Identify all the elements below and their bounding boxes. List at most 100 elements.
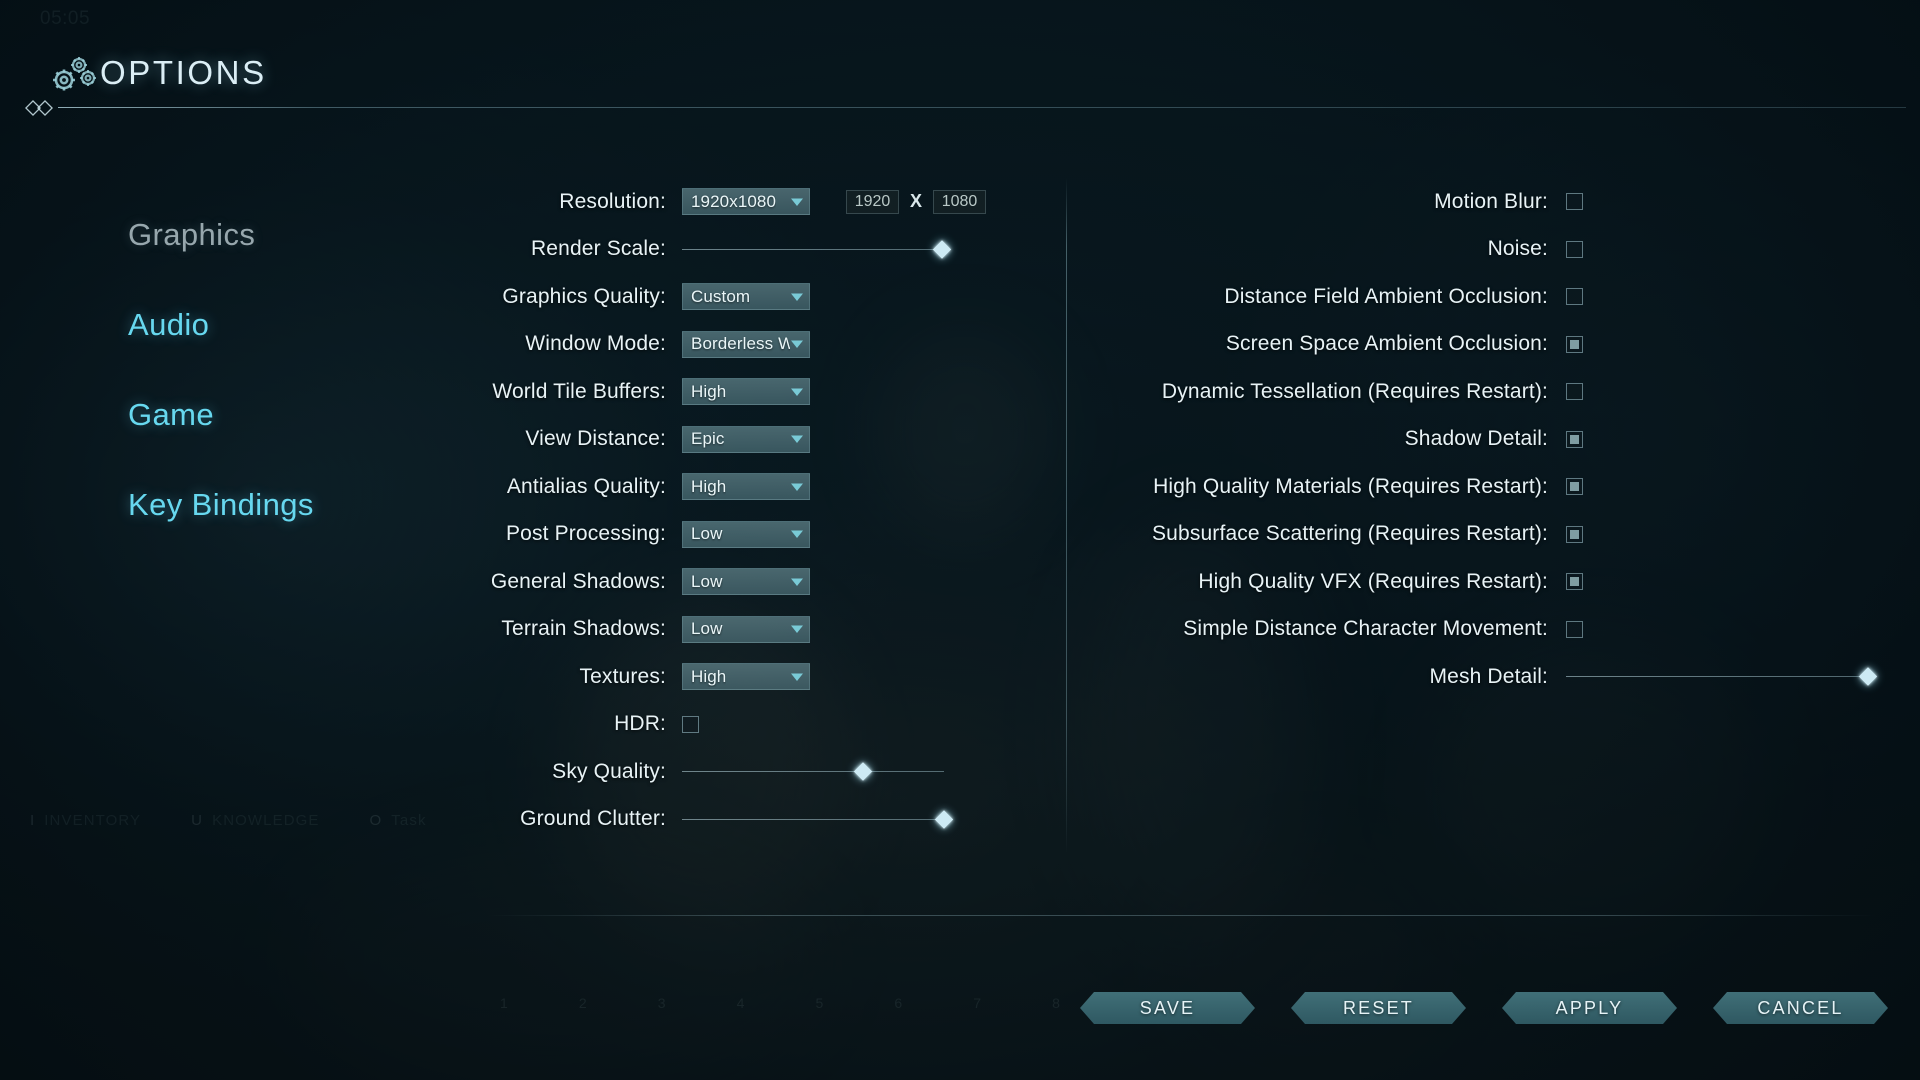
setting-row-subsurface-scattering: Subsurface Scattering (Requires Restart)…	[1066, 511, 1920, 559]
setting-row-resolution: Resolution: 1920x1080 1920 X 1080	[430, 178, 1066, 226]
options-sidebar: Graphics Audio Game Key Bindings	[0, 190, 430, 550]
sidebar-item-label: Key Bindings	[128, 487, 314, 522]
noise-checkbox[interactable]	[1566, 240, 1583, 258]
terrain-shadows-dropdown[interactable]: Low	[682, 615, 810, 643]
window-mode-dropdown[interactable]: Borderless W	[682, 330, 810, 358]
setting-row-motion-blur: Motion Blur:	[1066, 178, 1920, 226]
chevron-down-icon	[791, 388, 803, 396]
options-header: OPTIONS	[0, 0, 1920, 116]
chevron-down-icon	[791, 530, 803, 539]
mesh-detail-label: Mesh Detail:	[1429, 664, 1548, 688]
post-processing-dropdown[interactable]: Low	[682, 520, 810, 548]
antialias-quality-dropdown[interactable]: High	[682, 473, 810, 501]
graphics-quality-dropdown[interactable]: Custom	[682, 283, 810, 311]
setting-row-general-shadows: General Shadows: Low	[430, 558, 1066, 606]
view-distance-label: View Distance:	[525, 427, 666, 451]
ground-clutter-slider[interactable]	[682, 808, 954, 830]
slider-handle[interactable]	[932, 240, 952, 259]
general-shadows-label: General Shadows:	[490, 569, 666, 593]
graphics-quality-label: Graphics Quality:	[502, 284, 666, 308]
post-processing-label: Post Processing:	[506, 522, 666, 546]
setting-row-shadow-detail: Shadow Detail:	[1066, 416, 1920, 464]
ground-clutter-label: Ground Clutter:	[520, 807, 666, 831]
subsurface-scattering-checkbox[interactable]	[1566, 525, 1583, 543]
view-distance-dropdown[interactable]: Epic	[682, 425, 810, 453]
setting-row-terrain-shadows: Terrain Shadows: Low	[430, 606, 1066, 654]
shadow-detail-label: Shadow Detail:	[1404, 427, 1548, 451]
graphics-settings-right-column: Motion Blur: Noise: Distance Field Ambie…	[1066, 178, 1920, 701]
chevron-down-icon	[791, 293, 803, 301]
textures-value: High	[691, 666, 727, 686]
setting-row-distance-field-ambient-occlusion: Distance Field Ambient Occlusion:	[1066, 273, 1920, 321]
chevron-down-icon	[791, 198, 803, 206]
high-quality-materials-label: High Quality Materials (Requires Restart…	[1153, 474, 1548, 498]
sidebar-item-label: Audio	[128, 307, 210, 342]
sidebar-item-game[interactable]: Game	[0, 370, 430, 460]
sky-quality-slider[interactable]	[682, 761, 944, 783]
world-tile-buffers-dropdown[interactable]: High	[682, 378, 810, 406]
resolution-width-input[interactable]: 1920	[846, 189, 899, 214]
antialias-quality-value: High	[691, 476, 727, 496]
resolution-height-input[interactable]: 1080	[933, 189, 987, 214]
setting-row-sky-quality: Sky Quality:	[430, 748, 1066, 796]
mesh-detail-slider[interactable]	[1566, 666, 1878, 688]
distance-field-ambient-occlusion-checkbox[interactable]	[1566, 288, 1583, 306]
apply-button[interactable]: APPLY	[1502, 992, 1677, 1024]
general-shadows-value: Low	[691, 571, 723, 591]
high-quality-materials-checkbox[interactable]	[1566, 478, 1583, 496]
reset-button[interactable]: RESET	[1291, 992, 1466, 1024]
textures-dropdown[interactable]: High	[682, 663, 810, 691]
distance-field-ambient-occlusion-label: Distance Field Ambient Occlusion:	[1224, 284, 1548, 308]
dynamic-tessellation-label: Dynamic Tessellation (Requires Restart):	[1161, 379, 1548, 403]
motion-blur-label: Motion Blur:	[1434, 189, 1548, 213]
footer-button-group: SAVE RESET APPLY CANCEL	[1080, 992, 1888, 1024]
slider-handle[interactable]	[853, 762, 872, 781]
sidebar-item-label: Game	[128, 397, 215, 432]
chevron-down-icon	[791, 625, 803, 634]
save-button[interactable]: SAVE	[1080, 992, 1255, 1024]
cancel-button[interactable]: CANCEL	[1713, 992, 1888, 1024]
sidebar-item-audio[interactable]: Audio	[0, 280, 430, 370]
window-mode-label: Window Mode:	[525, 332, 666, 356]
shadow-detail-checkbox[interactable]	[1566, 430, 1583, 448]
slider-handle[interactable]	[1858, 667, 1878, 686]
setting-row-post-processing: Post Processing: Low	[430, 511, 1066, 559]
world-tile-buffers-label: World Tile Buffers:	[492, 379, 666, 403]
render-scale-label: Render Scale:	[530, 237, 666, 261]
footer-rule	[487, 915, 1877, 916]
textures-label: Textures:	[579, 664, 666, 688]
setting-row-high-quality-vfx: High Quality VFX (Requires Restart):	[1066, 558, 1920, 606]
chevron-down-icon	[791, 340, 803, 349]
render-scale-slider[interactable]	[682, 238, 952, 260]
setting-row-world-tile-buffers: World Tile Buffers: High	[430, 368, 1066, 416]
graphics-settings-left-column: Resolution: 1920x1080 1920 X 1080 Render…	[430, 178, 1066, 843]
dynamic-tessellation-checkbox[interactable]	[1566, 383, 1583, 401]
general-shadows-dropdown[interactable]: Low	[682, 568, 810, 596]
resolution-dropdown[interactable]: 1920x1080	[682, 188, 810, 216]
sidebar-item-key-bindings[interactable]: Key Bindings	[0, 460, 430, 550]
high-quality-vfx-checkbox[interactable]	[1566, 573, 1583, 591]
chevron-down-icon	[791, 673, 803, 681]
antialias-quality-label: Antialias Quality:	[506, 474, 666, 498]
setting-row-high-quality-materials: High Quality Materials (Requires Restart…	[1066, 463, 1920, 511]
slider-handle[interactable]	[934, 810, 954, 829]
chevron-down-icon	[791, 483, 803, 491]
resolution-value: 1920x1080	[691, 191, 777, 211]
sidebar-item-graphics[interactable]: Graphics	[0, 190, 430, 280]
setting-row-textures: Textures: High	[430, 653, 1066, 701]
setting-row-window-mode: Window Mode: Borderless W	[430, 321, 1066, 369]
terrain-shadows-value: Low	[691, 619, 723, 639]
motion-blur-checkbox[interactable]	[1566, 193, 1583, 211]
resolution-separator: X	[910, 191, 923, 212]
setting-row-mesh-detail: Mesh Detail:	[1066, 653, 1920, 701]
view-distance-value: Epic	[691, 429, 725, 449]
setting-row-render-scale: Render Scale:	[430, 226, 1066, 274]
hdr-checkbox[interactable]	[682, 715, 699, 733]
resolution-manual-fields: 1920 X 1080	[846, 189, 987, 214]
gears-icon	[48, 52, 98, 94]
screen-space-ambient-occlusion-checkbox[interactable]	[1566, 335, 1583, 353]
window-mode-value: Borderless W	[691, 334, 790, 354]
hdr-label: HDR:	[614, 712, 666, 736]
header-diamond-ornament	[24, 98, 68, 118]
simple-distance-character-movement-checkbox[interactable]	[1566, 620, 1583, 638]
